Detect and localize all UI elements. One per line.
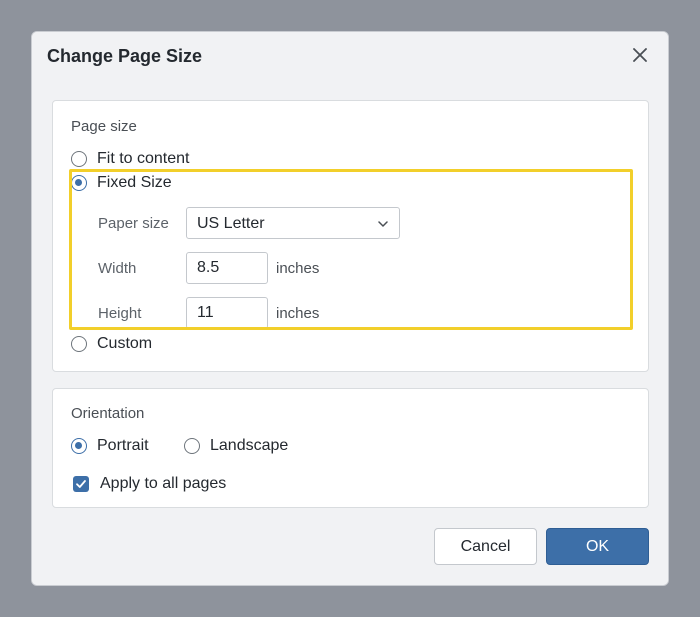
- height-label: Height: [98, 305, 142, 322]
- radio-landscape[interactable]: Landscape: [184, 436, 288, 456]
- radio-custom[interactable]: Custom: [71, 334, 152, 354]
- width-label: Width: [98, 260, 137, 277]
- dialog-title: Change Page Size: [47, 46, 203, 66]
- orientation-section-title: Orientation: [71, 405, 145, 422]
- radio-label: Portrait: [97, 437, 149, 454]
- radio-label: Fit to content: [97, 150, 190, 167]
- page-size-section-title: Page size: [71, 118, 137, 135]
- orientation-panel: Orientation Portrait Landscape Apply to …: [52, 388, 649, 508]
- width-unit: inches: [276, 260, 320, 277]
- page-size-panel: Page size Fit to content Fixed Size Pape…: [52, 100, 649, 372]
- radio-portrait[interactable]: Portrait: [71, 436, 149, 456]
- radio-button-selected[interactable]: [71, 175, 87, 191]
- height-unit: inches: [276, 305, 320, 322]
- radio-fit-to-content[interactable]: Fit to content: [71, 149, 190, 169]
- cancel-button[interactable]: Cancel: [434, 528, 537, 565]
- paper-size-select[interactable]: US Letter: [186, 207, 400, 239]
- height-input[interactable]: [186, 297, 268, 329]
- radio-button[interactable]: [71, 336, 87, 352]
- width-input[interactable]: [186, 252, 268, 284]
- paper-size-value: US Letter: [197, 215, 265, 232]
- close-button[interactable]: [630, 45, 650, 65]
- radio-button-selected[interactable]: [71, 438, 87, 454]
- close-icon: [633, 48, 647, 62]
- apply-to-all-pages-checkbox-row[interactable]: Apply to all pages: [73, 474, 226, 494]
- checkmark-icon: [76, 480, 86, 488]
- dialog-titlebar: Change Page Size: [32, 32, 668, 81]
- radio-label: Custom: [97, 335, 153, 352]
- radio-button[interactable]: [71, 151, 87, 167]
- paper-size-label: Paper size: [98, 215, 169, 232]
- radio-label: Landscape: [210, 437, 289, 454]
- radio-label: Fixed Size: [97, 174, 172, 191]
- radio-fixed-size[interactable]: Fixed Size: [71, 173, 172, 193]
- dialog-content: Page size Fit to content Fixed Size Pape…: [32, 80, 668, 585]
- change-page-size-dialog: Change Page Size Page size Fit to conten…: [31, 31, 669, 586]
- ok-button[interactable]: OK: [546, 528, 649, 565]
- radio-button[interactable]: [184, 438, 200, 454]
- apply-to-all-pages-checkbox[interactable]: [73, 476, 89, 492]
- chevron-down-icon: [378, 221, 388, 227]
- apply-to-all-pages-label: Apply to all pages: [100, 475, 227, 492]
